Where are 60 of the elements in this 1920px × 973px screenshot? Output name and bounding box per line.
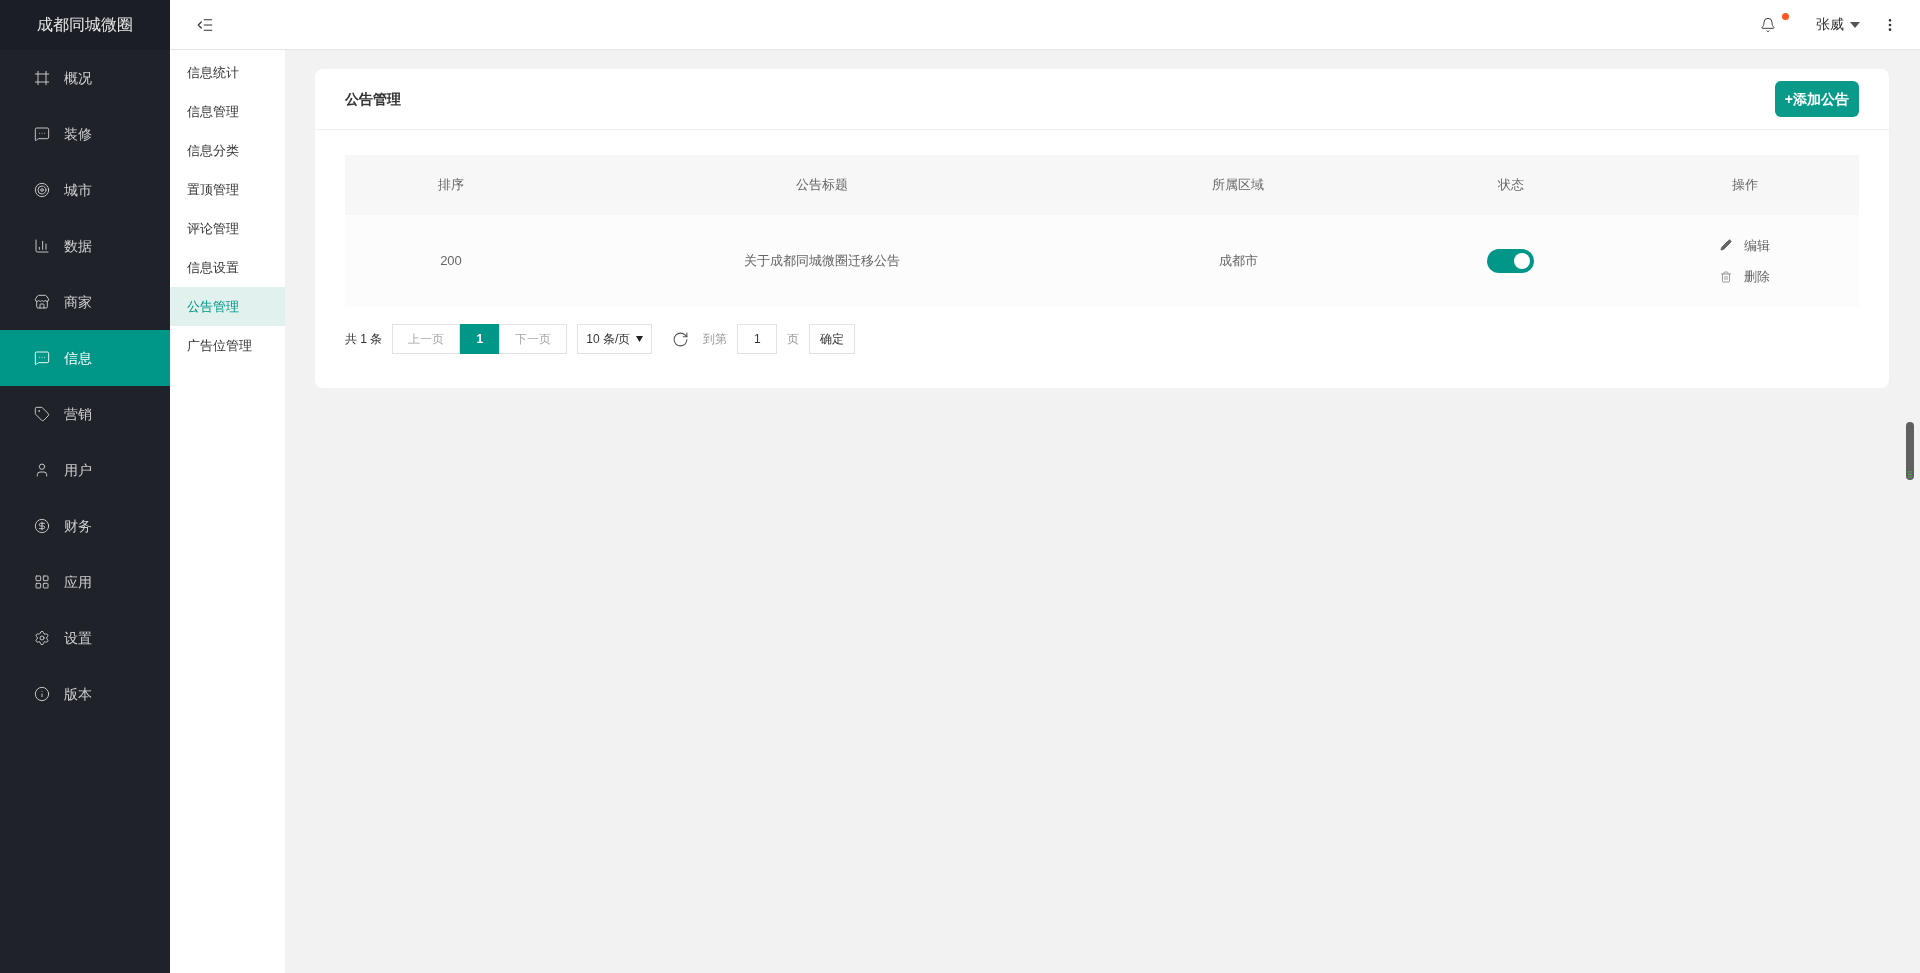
target-icon — [34, 182, 50, 198]
card-title: 公告管理 — [345, 89, 401, 109]
user-menu[interactable]: 张威 — [1816, 14, 1860, 35]
store-icon — [34, 294, 50, 310]
submenu-item[interactable]: 置顶管理 — [170, 170, 285, 209]
table-cell-text: 成都市 — [1218, 252, 1258, 271]
caret-icon — [1850, 21, 1860, 28]
page-suffix: 页 — [787, 331, 800, 348]
scroll-widget-drawing — [1906, 422, 1914, 480]
nav-item[interactable]: 用户 — [0, 442, 170, 498]
bell-icon[interactable] — [1760, 16, 1776, 33]
frame-icon — [34, 70, 50, 86]
nav-item[interactable]: 应用 — [0, 554, 170, 610]
nav-item[interactable]: 城市 — [0, 162, 170, 218]
nav-item[interactable]: 装修 — [0, 106, 170, 162]
submenu-item[interactable]: 评论管理 — [170, 209, 285, 248]
page-button[interactable]: 1 — [460, 324, 500, 354]
nav-item[interactable]: 信息 — [0, 330, 170, 386]
submenu-item[interactable]: 信息统计 — [170, 53, 285, 92]
brand-title: 成都同城微圈 — [37, 15, 133, 35]
nav-item[interactable]: 版本 — [0, 666, 170, 722]
nav-item[interactable]: 概况 — [0, 50, 170, 106]
currency-icon — [34, 518, 50, 534]
submenu-item[interactable]: 信息分类 — [170, 131, 285, 170]
tag-icon — [34, 406, 50, 422]
chat-bubble-icon — [34, 126, 50, 142]
delete-link[interactable]: 删除 — [1720, 267, 1771, 287]
nav-item[interactable]: 数据 — [0, 218, 170, 274]
nav-item[interactable]: 财务 — [0, 498, 170, 554]
grid-icon — [34, 574, 50, 590]
refresh-icon[interactable] — [672, 330, 690, 348]
table-cell-text: 关于成都同城微圈迁移公告 — [743, 252, 900, 271]
column-header: 排序 — [437, 176, 464, 195]
nav-item[interactable]: 设置 — [0, 610, 170, 666]
confirm-button[interactable]: 确定 — [809, 324, 856, 354]
submenu-item[interactable]: 广告位管理 — [170, 326, 285, 365]
submenu-item[interactable]: 信息设置 — [170, 248, 285, 287]
nav-item[interactable]: 营销 — [0, 386, 170, 442]
caret-icon — [636, 336, 644, 342]
bar-chart-icon — [34, 238, 50, 254]
user-icon — [34, 462, 50, 478]
total-count: 共 1 条 — [345, 331, 383, 348]
trash-icon — [1720, 270, 1733, 283]
column-header: 状态 — [1497, 176, 1524, 195]
edit-link[interactable]: 编辑 — [1720, 235, 1771, 255]
column-header: 公告标题 — [795, 176, 848, 195]
goto-label: 到第 — [703, 331, 728, 348]
status-toggle[interactable] — [1487, 249, 1535, 273]
table-cell-text: 200 — [440, 252, 462, 271]
pencil-icon — [1720, 239, 1733, 252]
nav-item[interactable]: 商家 — [0, 274, 170, 330]
column-header: 操作 — [1732, 176, 1759, 195]
settings-icon — [34, 630, 50, 646]
submenu-item[interactable]: 信息管理 — [170, 92, 285, 131]
page-input[interactable]: 1 — [737, 324, 778, 354]
page-size-select[interactable]: 10 条/页 — [577, 324, 653, 354]
add-button[interactable]: +添加公告 — [1774, 81, 1859, 117]
info-icon — [34, 686, 50, 702]
column-header: 所属区域 — [1212, 176, 1265, 195]
chat-bubble-icon — [34, 350, 50, 366]
